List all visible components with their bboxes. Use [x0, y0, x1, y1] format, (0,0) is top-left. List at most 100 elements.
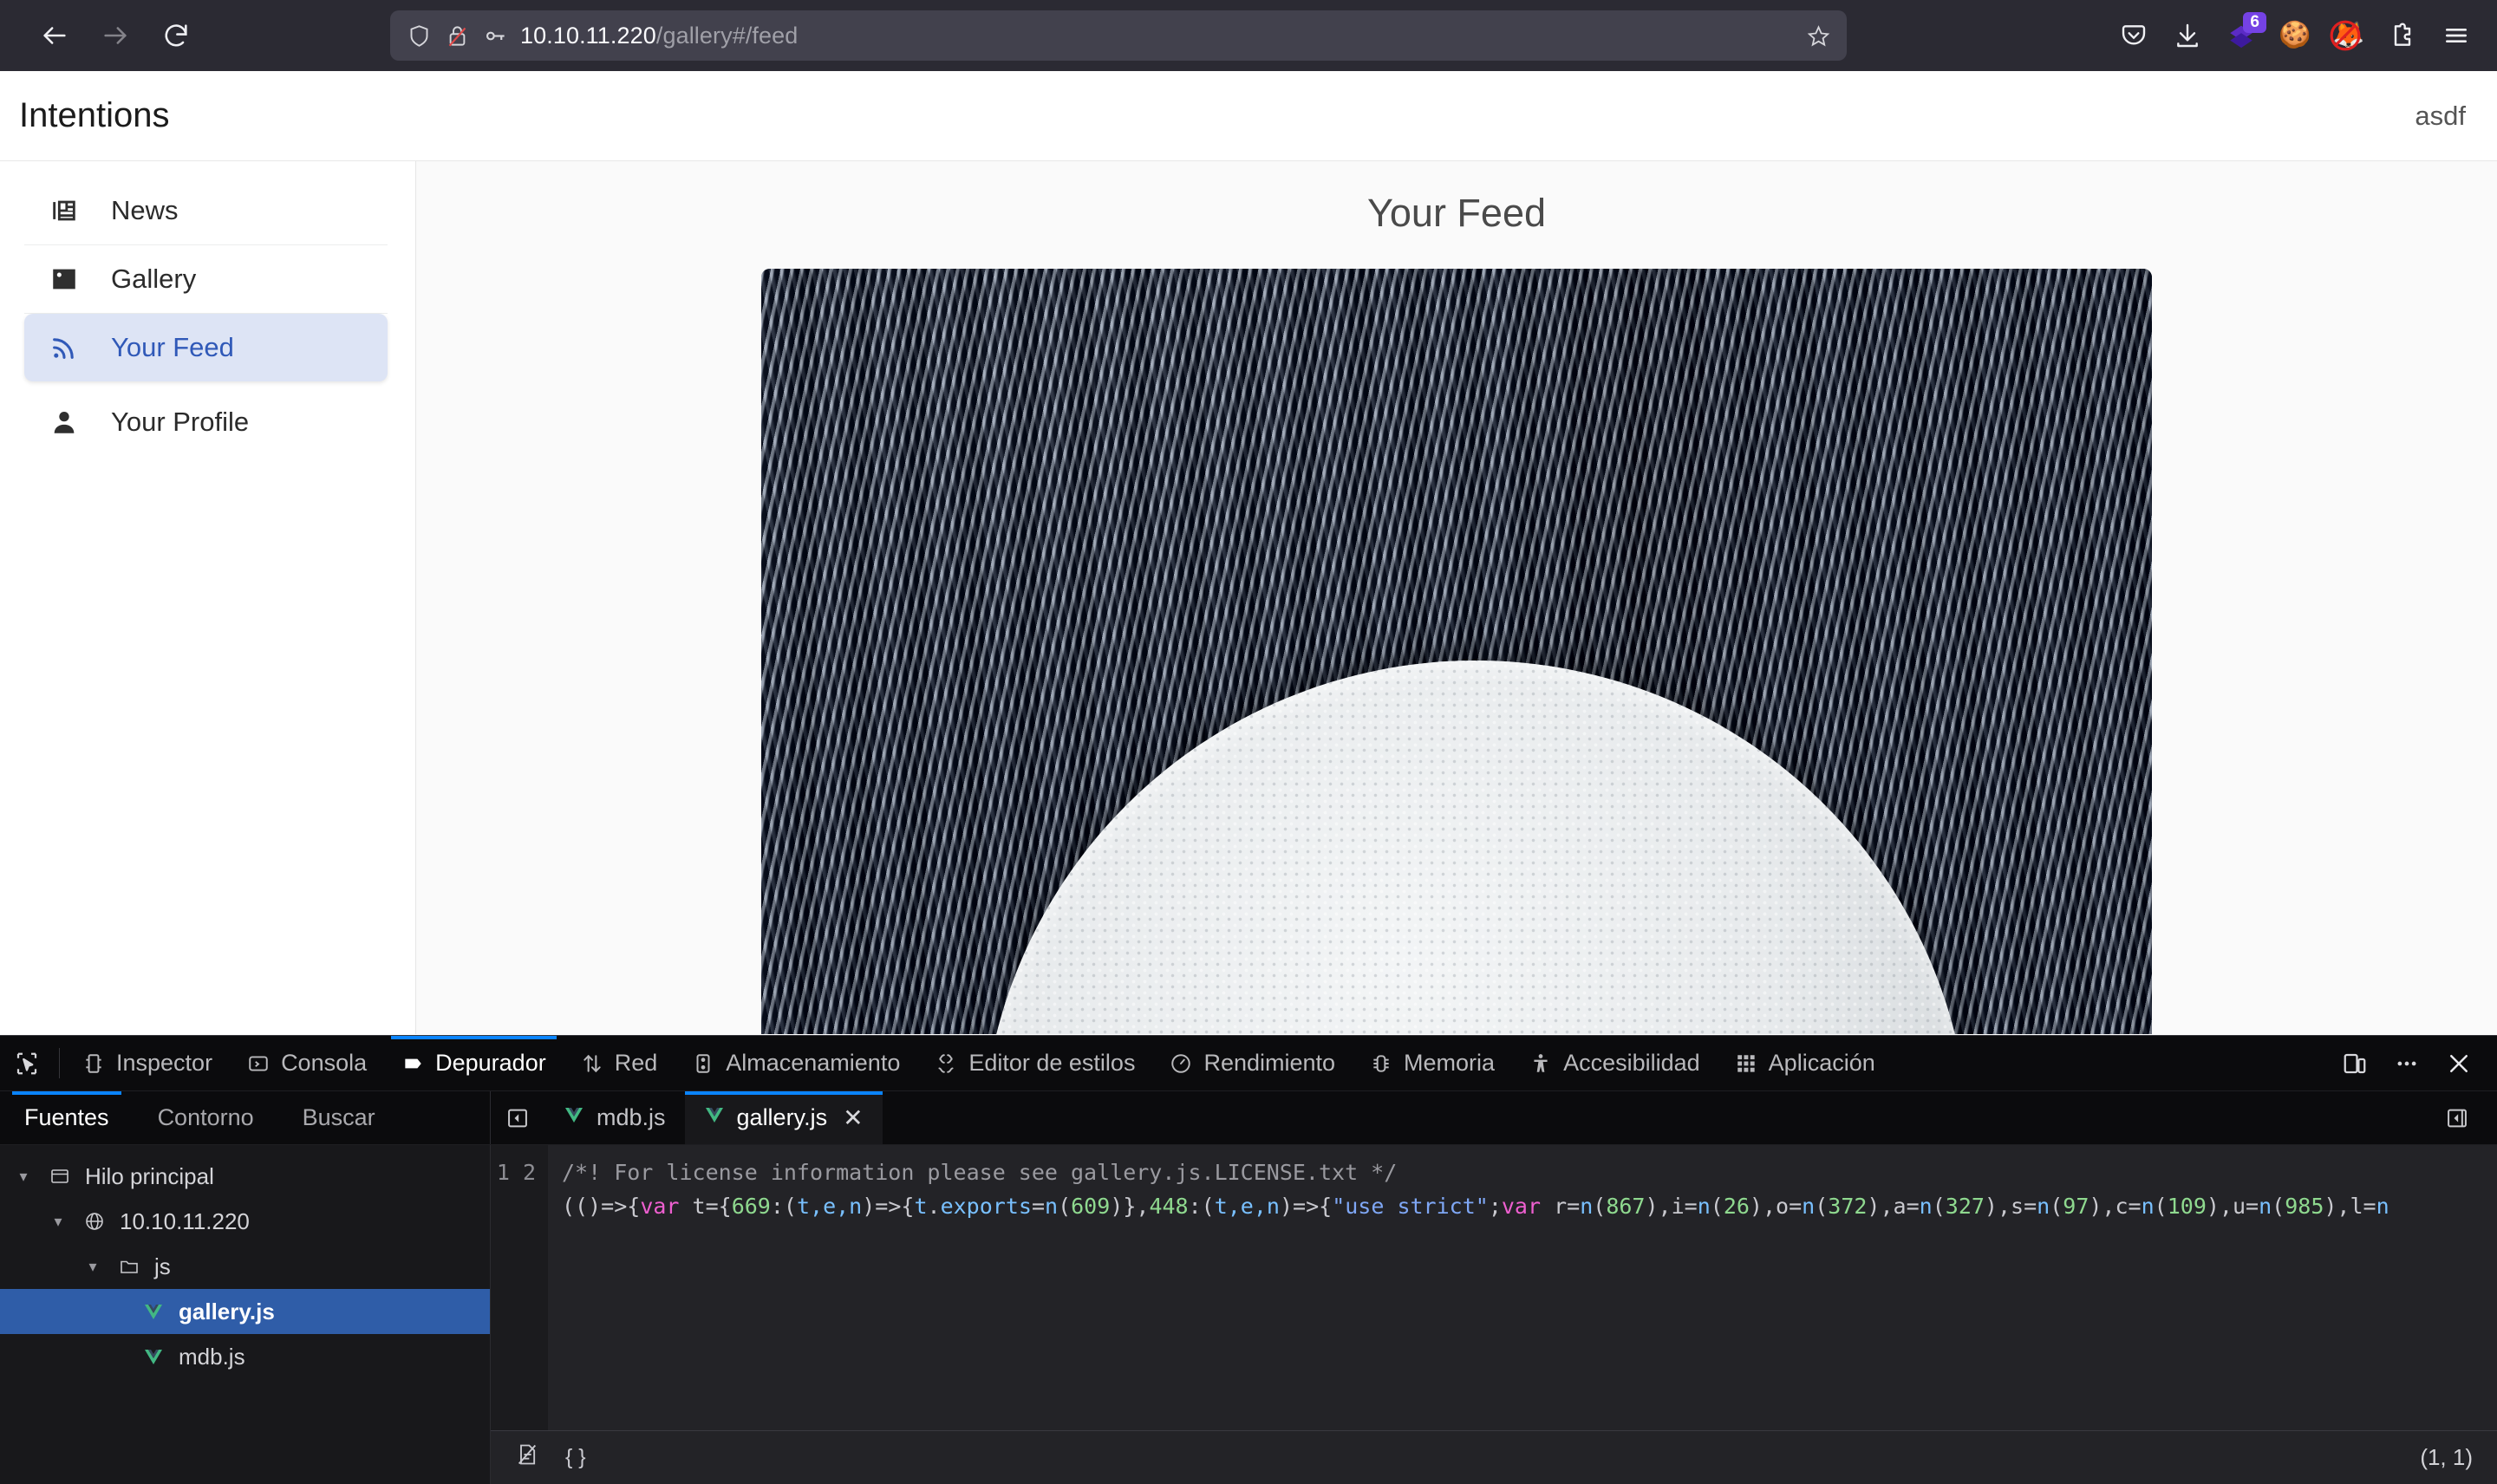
- console-icon: [247, 1052, 270, 1075]
- news-icon: [47, 196, 81, 225]
- tab-label: Editor de estilos: [968, 1050, 1136, 1076]
- twisty-icon[interactable]: ▾: [81, 1258, 104, 1276]
- memory-icon: [1370, 1052, 1392, 1075]
- prettyprint-disabled-icon[interactable]: [515, 1442, 539, 1473]
- sidebar-item-news[interactable]: News: [24, 177, 388, 244]
- extension-layers-button[interactable]: 6: [2216, 10, 2266, 61]
- devtools-panel: Inspector Consola Depurador Red Almacena…: [0, 1035, 2497, 1484]
- tab-label: Aplicación: [1768, 1050, 1875, 1076]
- star-icon[interactable]: [1805, 23, 1831, 49]
- toggle-sources-pane-button[interactable]: [491, 1091, 544, 1144]
- person-icon: [47, 407, 81, 437]
- tab-fuentes[interactable]: Fuentes: [0, 1091, 134, 1144]
- subbar-right: [2433, 1091, 2497, 1144]
- tab-buscar[interactable]: Buscar: [278, 1091, 400, 1144]
- file-tab-gallery-js[interactable]: gallery.js ✕: [684, 1091, 883, 1144]
- tab-aplicacion[interactable]: Aplicación: [1718, 1036, 1893, 1090]
- debugger-icon: [401, 1052, 424, 1075]
- devtools-more-button[interactable]: [2383, 1039, 2431, 1088]
- tree-label: 10.10.11.220: [120, 1207, 250, 1234]
- tab-label: Rendimiento: [1203, 1050, 1336, 1076]
- extensions-button[interactable]: [2377, 10, 2428, 61]
- downloads-button[interactable]: [2162, 10, 2213, 61]
- sidebar-item-label: Your Profile: [111, 407, 250, 437]
- address-bar[interactable]: 10.10.11.220/gallery#/feed: [390, 10, 1847, 61]
- tab-label: Depurador: [435, 1050, 546, 1076]
- element-picker-icon[interactable]: [0, 1036, 54, 1090]
- tab-rendimiento[interactable]: Rendimiento: [1152, 1036, 1353, 1090]
- app-header: Intentions asdf: [0, 71, 2497, 161]
- navigation-buttons: [28, 9, 203, 62]
- feed-photo[interactable]: [761, 269, 2152, 1034]
- file-tab-label: mdb.js: [597, 1104, 666, 1130]
- toggle-right-pane-button[interactable]: [2433, 1094, 2481, 1142]
- sidebar-item-your-profile[interactable]: Your Profile: [24, 388, 388, 456]
- twisty-icon[interactable]: ▾: [12, 1168, 35, 1186]
- tab-red[interactable]: Red: [564, 1036, 675, 1090]
- debugger-main: ▾ Hilo principal ▾ 10.10.11.220 ▾ js gal…: [0, 1145, 2497, 1484]
- key-icon[interactable]: [482, 23, 508, 49]
- sidebar: News Gallery Your Feed Your Profile: [0, 161, 416, 1034]
- cookie-icon: 🍪: [2279, 21, 2311, 49]
- vue-file-icon: [139, 1301, 168, 1322]
- tab-consola[interactable]: Consola: [230, 1036, 384, 1090]
- app-menu-button[interactable]: [2431, 10, 2481, 61]
- url-text[interactable]: 10.10.11.220/gallery#/feed: [520, 23, 1793, 49]
- file-tab-mdb-js[interactable]: mdb.js: [544, 1091, 685, 1144]
- web-page: Intentions asdf News Gallery Your Feed Y…: [0, 71, 2497, 1035]
- tree-row[interactable]: gallery.js: [0, 1289, 490, 1334]
- tab-label: Accesibilidad: [1563, 1050, 1700, 1076]
- fox-blocked-icon: 🦊: [2330, 20, 2365, 51]
- twisty-icon[interactable]: ▾: [47, 1213, 69, 1231]
- sources-tabs: Fuentes Contorno Buscar: [0, 1091, 491, 1144]
- sources-tree[interactable]: ▾ Hilo principal ▾ 10.10.11.220 ▾ js gal…: [0, 1145, 491, 1484]
- thread-icon: [45, 1166, 75, 1187]
- application-icon: [1735, 1052, 1757, 1075]
- shield-icon[interactable]: [406, 23, 432, 49]
- lock-broken-icon[interactable]: [444, 23, 470, 49]
- devtools-toolbar-right: [2331, 1036, 2497, 1090]
- image-icon: [47, 264, 81, 294]
- devtools-close-button[interactable]: [2435, 1039, 2483, 1088]
- forward-button[interactable]: [88, 9, 142, 62]
- back-button[interactable]: [28, 9, 81, 62]
- tab-depurador[interactable]: Depurador: [384, 1036, 564, 1090]
- folder-icon: [114, 1256, 144, 1277]
- tab-almacenamiento[interactable]: Almacenamiento: [675, 1036, 917, 1090]
- tree-row[interactable]: ▾ js: [0, 1244, 490, 1289]
- responsive-design-mode-button[interactable]: [2331, 1039, 2379, 1088]
- network-icon: [581, 1052, 603, 1075]
- tab-inspector[interactable]: Inspector: [65, 1036, 230, 1090]
- tab-contorno[interactable]: Contorno: [134, 1091, 278, 1144]
- tree-row[interactable]: ▾ Hilo principal: [0, 1154, 490, 1199]
- braces-label[interactable]: { }: [565, 1445, 586, 1470]
- pocket-button[interactable]: [2109, 10, 2159, 61]
- cookie-extension-button[interactable]: 🍪: [2270, 10, 2320, 61]
- storage-icon: [692, 1052, 714, 1075]
- performance-icon: [1170, 1052, 1192, 1075]
- tab-accesibilidad[interactable]: Accesibilidad: [1512, 1036, 1718, 1090]
- sidebar-item-your-feed[interactable]: Your Feed: [24, 314, 388, 381]
- tab-memoria[interactable]: Memoria: [1353, 1036, 1512, 1090]
- sidebar-item-gallery[interactable]: Gallery: [24, 245, 388, 313]
- feed-main: Your Feed: [416, 161, 2497, 1034]
- close-icon[interactable]: ✕: [843, 1103, 863, 1132]
- tab-label: Almacenamiento: [726, 1050, 901, 1076]
- tree-row[interactable]: mdb.js: [0, 1334, 490, 1379]
- current-user-label[interactable]: asdf: [2415, 101, 2466, 132]
- source-code[interactable]: /*! For license information please see g…: [548, 1145, 2497, 1430]
- reload-button[interactable]: [149, 9, 203, 62]
- block-fox-extension-button[interactable]: 🦊: [2324, 10, 2374, 61]
- line-number-gutter: 1 2: [491, 1145, 548, 1430]
- source-editor: 1 2 /*! For license information please s…: [491, 1145, 2497, 1484]
- code-line-2: (()=>{var t={669:(t,e,n)=>{t.exports=n(6…: [562, 1194, 2389, 1219]
- tree-row[interactable]: ▾ 10.10.11.220: [0, 1199, 490, 1244]
- vue-file-icon: [564, 1104, 584, 1131]
- code-area[interactable]: 1 2 /*! For license information please s…: [491, 1145, 2497, 1430]
- sidebar-item-label: News: [111, 195, 179, 225]
- tab-editor-de-estilos[interactable]: Editor de estilos: [917, 1036, 1152, 1090]
- sidebar-item-label: Your Feed: [111, 332, 234, 362]
- tab-label: Red: [614, 1050, 658, 1076]
- accessibility-icon: [1529, 1052, 1552, 1075]
- open-file-tabs: mdb.js gallery.js ✕: [491, 1091, 2497, 1144]
